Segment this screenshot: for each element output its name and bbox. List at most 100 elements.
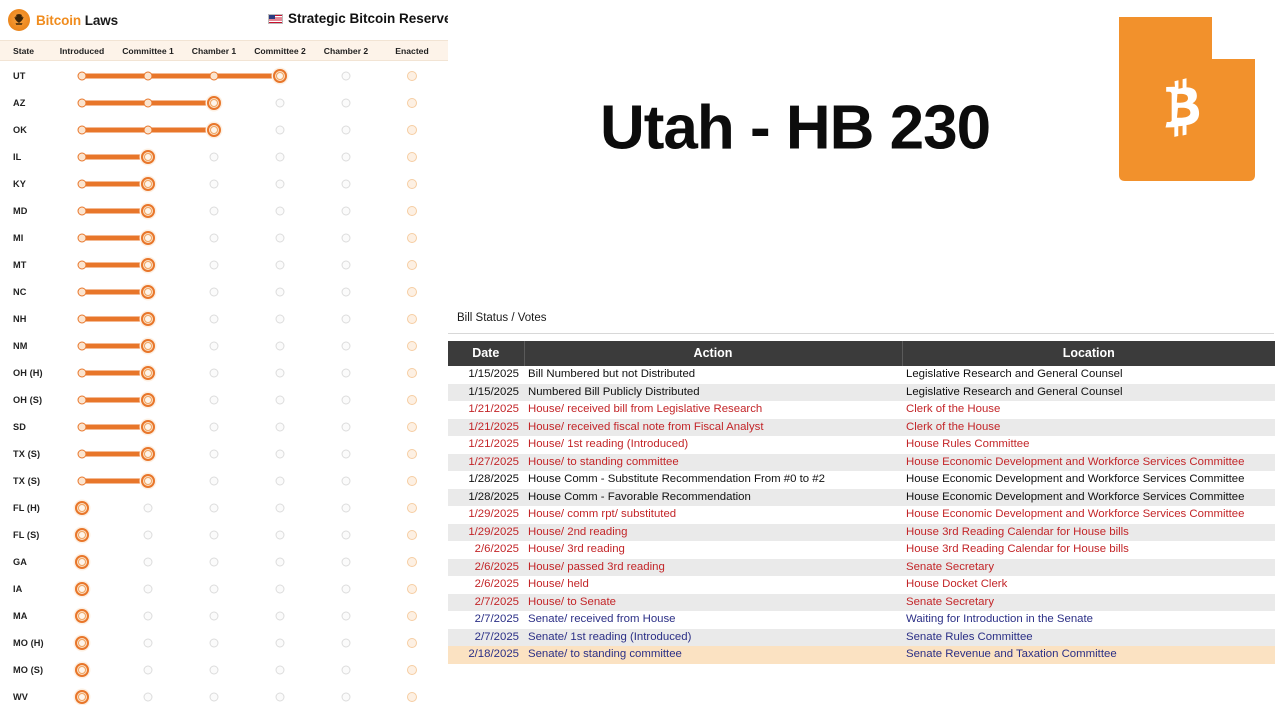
tracker-stage-dot-current[interactable]	[141, 230, 155, 245]
votes-table-row[interactable]: 2/7/2025 Senate/ 1st reading (Introduced)…	[448, 628, 1275, 646]
tracker-stage-dot-current[interactable]	[75, 500, 89, 515]
tracker-stage-dot-enacted-pending[interactable]	[407, 394, 417, 405]
tracker-row[interactable]: MD	[0, 197, 448, 224]
tracker-stage-dot-complete[interactable]	[77, 422, 87, 431]
tracker-stage-dot-pending[interactable]	[341, 449, 351, 458]
votes-table-row[interactable]: 1/21/2025 House/ received fiscal note fro…	[448, 418, 1275, 436]
votes-table-row[interactable]: 1/15/2025 Bill Numbered but not Distribut…	[448, 366, 1275, 384]
tracker-stage-dot-pending[interactable]	[143, 530, 153, 539]
tracker-stage-dot-current[interactable]	[207, 95, 221, 110]
tracker-stage-dot-enacted-pending[interactable]	[407, 259, 417, 270]
tracker-stage-dot-pending[interactable]	[209, 179, 219, 188]
tracker-stage-dot-pending[interactable]	[209, 449, 219, 458]
tracker-stage-dot-current[interactable]	[75, 689, 89, 704]
tracker-stage-dot-pending[interactable]	[341, 125, 351, 134]
tracker-stage-dot-enacted-pending[interactable]	[407, 367, 417, 378]
tracker-stage-dot-current[interactable]	[75, 608, 89, 623]
tracker-stage-dot-complete[interactable]	[143, 71, 153, 80]
tracker-stage-dot-pending[interactable]	[341, 98, 351, 107]
tracker-row[interactable]: MI	[0, 224, 448, 251]
tracker-stage-dot-enacted-pending[interactable]	[407, 178, 417, 189]
tracker-stage-dot-enacted-pending[interactable]	[407, 70, 417, 81]
tracker-column-header-enacted[interactable]: Enacted	[395, 46, 428, 56]
column-header-location[interactable]: Location	[902, 341, 1275, 366]
tracker-stage-dot-pending[interactable]	[209, 584, 219, 593]
tracker-stage-dot-enacted-pending[interactable]	[407, 475, 417, 486]
tracker-stage-dot-pending[interactable]	[275, 98, 285, 107]
tracker-stage-dot-complete[interactable]	[209, 71, 219, 80]
tracker-stage-dot-pending[interactable]	[341, 287, 351, 296]
tracker-stage-dot-pending[interactable]	[275, 341, 285, 350]
tracker-stage-dot-complete[interactable]	[77, 71, 87, 80]
column-header-action[interactable]: Action	[524, 341, 903, 366]
tracker-row[interactable]: MO (S)	[0, 656, 448, 683]
tracker-stage-dot-pending[interactable]	[209, 557, 219, 566]
tracker-stage-dot-pending[interactable]	[341, 314, 351, 323]
tracker-stage-dot-pending[interactable]	[341, 179, 351, 188]
tracker-stage-dot-enacted-pending[interactable]	[407, 340, 417, 351]
tracker-stage-dot-pending[interactable]	[341, 341, 351, 350]
tracker-stage-dot-enacted-pending[interactable]	[407, 313, 417, 324]
tracker-stage-dot-pending[interactable]	[209, 422, 219, 431]
tracker-stage-dot-pending[interactable]	[209, 314, 219, 323]
tracker-stage-dot-pending[interactable]	[275, 152, 285, 161]
tracker-column-header-state[interactable]: State	[13, 46, 34, 56]
tracker-row[interactable]: WV	[0, 683, 448, 705]
tracker-stage-dot-current[interactable]	[75, 662, 89, 677]
tracker-row[interactable]: NC	[0, 278, 448, 305]
tracker-row[interactable]: AZ	[0, 89, 448, 116]
votes-table-row[interactable]: 1/15/2025 Numbered Bill Publicly Distribu…	[448, 383, 1275, 401]
tracker-stage-dot-pending[interactable]	[209, 287, 219, 296]
tracker-stage-dot-complete[interactable]	[77, 314, 87, 323]
tracker-stage-dot-enacted-pending[interactable]	[407, 205, 417, 216]
tracker-stage-dot-pending[interactable]	[275, 314, 285, 323]
tracker-stage-dot-pending[interactable]	[275, 260, 285, 269]
tracker-row[interactable]: UT	[0, 62, 448, 89]
tracker-stage-dot-complete[interactable]	[77, 206, 87, 215]
tracker-stage-dot-complete[interactable]	[77, 368, 87, 377]
tracker-row[interactable]: KY	[0, 170, 448, 197]
votes-table-row[interactable]: 2/18/2025 Senate/ to standing committee Se…	[448, 646, 1275, 664]
votes-table-row[interactable]: 1/29/2025 House/ comm rpt/ substituted Hou…	[448, 506, 1275, 524]
tracker-column-header-introduced[interactable]: Introduced	[60, 46, 104, 56]
tracker-row[interactable]: OH (H)	[0, 359, 448, 386]
tracker-stage-dot-complete[interactable]	[143, 98, 153, 107]
tracker-column-header-committee-1[interactable]: Committee 1	[122, 46, 174, 56]
tracker-stage-dot-complete[interactable]	[77, 233, 87, 242]
tracker-stage-dot-pending[interactable]	[209, 665, 219, 674]
tracker-stage-dot-pending[interactable]	[275, 665, 285, 674]
votes-table-row[interactable]: 1/27/2025 House/ to standing committee Hou…	[448, 453, 1275, 471]
tracker-stage-dot-current[interactable]	[141, 365, 155, 380]
tracker-stage-dot-pending[interactable]	[275, 287, 285, 296]
tracker-stage-dot-complete[interactable]	[77, 395, 87, 404]
tracker-stage-dot-pending[interactable]	[341, 368, 351, 377]
tracker-stage-dot-enacted-pending[interactable]	[407, 97, 417, 108]
tracker-stage-dot-pending[interactable]	[209, 476, 219, 485]
tracker-stage-dot-pending[interactable]	[209, 503, 219, 512]
tracker-stage-dot-complete[interactable]	[77, 98, 87, 107]
tracker-stage-dot-pending[interactable]	[341, 530, 351, 539]
tracker-stage-dot-pending[interactable]	[209, 233, 219, 242]
tracker-stage-dot-enacted-pending[interactable]	[407, 583, 417, 594]
tracker-stage-dot-enacted-pending[interactable]	[407, 421, 417, 432]
tracker-row[interactable]: OH (S)	[0, 386, 448, 413]
tracker-stage-dot-complete[interactable]	[77, 179, 87, 188]
tracker-stage-dot-pending[interactable]	[341, 557, 351, 566]
tracker-column-header-committee-2[interactable]: Committee 2	[254, 46, 306, 56]
tracker-row[interactable]: OK	[0, 116, 448, 143]
tracker-stage-dot-current[interactable]	[141, 311, 155, 326]
tracker-stage-dot-pending[interactable]	[209, 692, 219, 701]
tracker-stage-dot-pending[interactable]	[209, 638, 219, 647]
votes-table-row[interactable]: 1/21/2025 House/ 1st reading (Introduced)…	[448, 436, 1275, 454]
votes-table-row[interactable]: 2/6/2025 House/ 3rd reading House 3rd Read…	[448, 541, 1275, 559]
tracker-stage-dot-pending[interactable]	[275, 476, 285, 485]
tracker-stage-dot-pending[interactable]	[275, 179, 285, 188]
tracker-stage-dot-pending[interactable]	[275, 638, 285, 647]
tracker-stage-dot-complete[interactable]	[143, 125, 153, 134]
tracker-row[interactable]: IA	[0, 575, 448, 602]
tracker-row[interactable]: NH	[0, 305, 448, 332]
tracker-stage-dot-enacted-pending[interactable]	[407, 529, 417, 540]
tracker-stage-dot-pending[interactable]	[209, 152, 219, 161]
tracker-stage-dot-pending[interactable]	[341, 152, 351, 161]
votes-table-row[interactable]: 2/6/2025 House/ passed 3rd reading Senate …	[448, 558, 1275, 576]
